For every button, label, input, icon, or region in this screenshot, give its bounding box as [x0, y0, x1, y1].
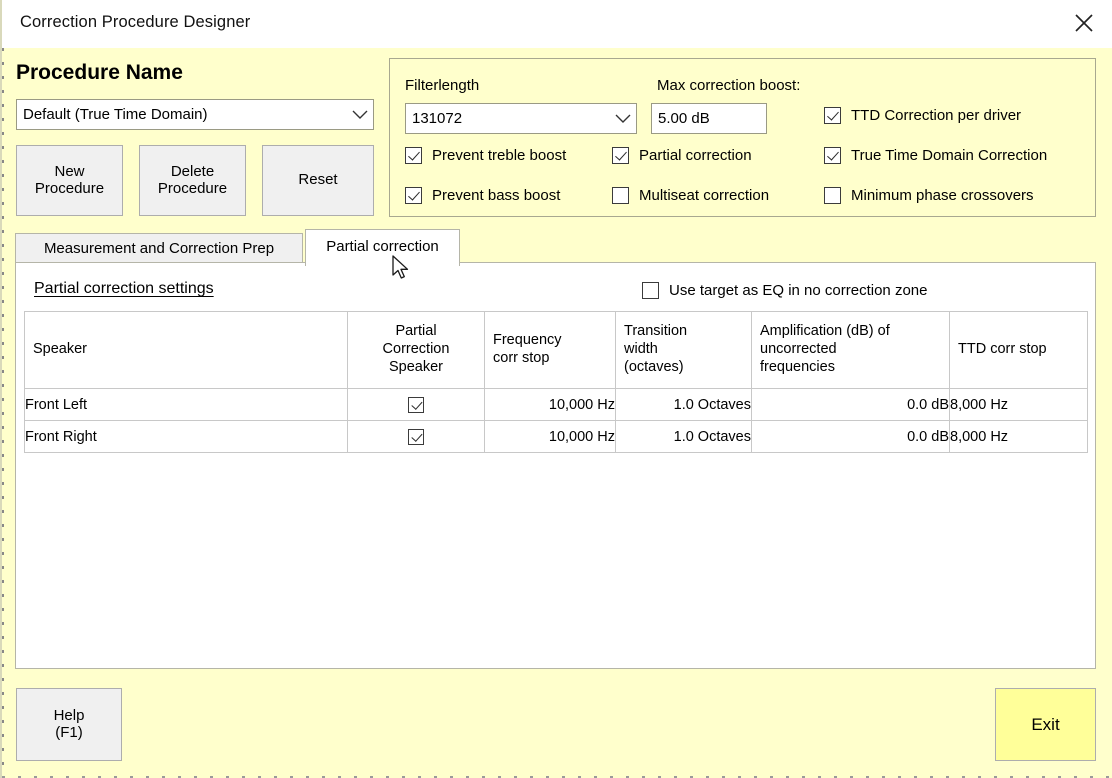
prevent-treble-boost-checkbox[interactable]: Prevent treble boost	[405, 147, 566, 164]
procedure-name-dropdown[interactable]: Default (True Time Domain)	[16, 99, 374, 130]
window-left-edge	[2, 48, 4, 778]
cell-partial-correction-speaker[interactable]	[347, 420, 485, 453]
column-header-frequency-corr-stop[interactable]: Frequency corr stop	[484, 311, 616, 389]
correction-settings-group: Filterlength 131072 Max correction boost…	[389, 58, 1096, 217]
use-target-as-eq-checkbox[interactable]: Use target as EQ in no correction zone	[642, 282, 927, 299]
title-bar: Correction Procedure Designer	[2, 0, 1112, 48]
partial-correction-table: Speaker Partial Correction Speaker Frequ…	[24, 311, 1088, 453]
checkbox-icon	[612, 147, 629, 164]
column-header-amplification[interactable]: Amplification (dB) of uncorrected freque…	[751, 311, 950, 389]
checkbox-icon[interactable]	[408, 396, 424, 413]
multiseat-correction-label: Multiseat correction	[639, 187, 770, 204]
checkbox-icon	[642, 282, 659, 299]
max-correction-boost-input[interactable]	[651, 103, 767, 134]
column-header-transition-width[interactable]: Transition width (octaves)	[615, 311, 752, 389]
column-header-speaker[interactable]: Speaker	[24, 311, 348, 389]
new-procedure-button[interactable]: New Procedure	[16, 145, 123, 216]
cell-ttd-corr-stop[interactable]: 8,000 Hz	[949, 420, 1088, 453]
reset-button[interactable]: Reset	[262, 145, 374, 216]
partial-correction-label: Partial correction	[639, 147, 752, 164]
checkbox-icon[interactable]	[408, 428, 424, 445]
multiseat-correction-checkbox[interactable]: Multiseat correction	[612, 187, 769, 204]
chevron-down-icon	[347, 110, 373, 120]
cell-partial-correction-speaker[interactable]	[347, 388, 485, 421]
cell-transition-width[interactable]: 1.0 Octaves	[615, 420, 752, 453]
prevent-treble-boost-label: Prevent treble boost	[432, 147, 567, 164]
prevent-bass-boost-label: Prevent bass boost	[432, 187, 561, 204]
checkbox-icon	[824, 107, 841, 124]
cell-speaker[interactable]: Front Right	[24, 420, 348, 453]
partial-correction-settings-heading: Partial correction settings	[34, 280, 214, 297]
chevron-down-icon	[610, 114, 636, 124]
true-time-domain-correction-checkbox[interactable]: True Time Domain Correction	[824, 147, 1047, 164]
delete-procedure-button[interactable]: Delete Procedure	[139, 145, 246, 216]
checkbox-icon	[405, 147, 422, 164]
filterlength-value: 131072	[412, 110, 463, 127]
cell-frequency-corr-stop[interactable]: 10,000 Hz	[484, 420, 616, 453]
tab-partial-correction[interactable]: Partial correction	[305, 229, 460, 266]
column-header-ttd-corr-stop[interactable]: TTD corr stop	[949, 311, 1088, 389]
true-time-domain-correction-label: True Time Domain Correction	[851, 147, 1048, 164]
checkbox-icon	[405, 187, 422, 204]
cell-ttd-corr-stop[interactable]: 8,000 Hz	[949, 388, 1088, 421]
ttd-correction-per-driver-label: TTD Correction per driver	[851, 107, 1022, 124]
filterlength-label: Filterlength	[405, 77, 480, 94]
use-target-as-eq-label: Use target as EQ in no correction zone	[669, 282, 928, 299]
help-button[interactable]: Help (F1)	[16, 688, 122, 761]
minimum-phase-crossovers-label: Minimum phase crossovers	[851, 187, 1034, 204]
minimum-phase-crossovers-checkbox[interactable]: Minimum phase crossovers	[824, 187, 1034, 204]
column-header-partial-correction-speaker[interactable]: Partial Correction Speaker	[347, 311, 485, 389]
cell-transition-width[interactable]: 1.0 Octaves	[615, 388, 752, 421]
cell-amplification[interactable]: 0.0 dB	[751, 388, 950, 421]
tab-measurement-and-correction-prep[interactable]: Measurement and Correction Prep	[15, 233, 303, 263]
prevent-bass-boost-checkbox[interactable]: Prevent bass boost	[405, 187, 560, 204]
checkbox-icon	[824, 147, 841, 164]
correction-procedure-designer-window: Correction Procedure Designer Procedure …	[0, 0, 1112, 778]
max-correction-boost-label: Max correction boost:	[657, 77, 801, 94]
close-icon[interactable]	[1054, 0, 1112, 46]
partial-correction-panel: Partial correction settings Use target a…	[15, 262, 1096, 669]
cell-speaker[interactable]: Front Left	[24, 388, 348, 421]
filterlength-dropdown[interactable]: 131072	[405, 103, 637, 134]
checkbox-icon	[824, 187, 841, 204]
window-title: Correction Procedure Designer	[20, 13, 251, 31]
procedure-name-value: Default (True Time Domain)	[23, 106, 208, 123]
table-row[interactable]: Front Right 10,000 Hz 1.0 Octaves 0.0 dB…	[24, 420, 1088, 453]
tab-strip: Measurement and Correction Prep Partial …	[15, 229, 1096, 266]
cell-frequency-corr-stop[interactable]: 10,000 Hz	[484, 388, 616, 421]
table-header-row: Speaker Partial Correction Speaker Frequ…	[24, 311, 1088, 389]
cell-amplification[interactable]: 0.0 dB	[751, 420, 950, 453]
checkbox-icon	[612, 187, 629, 204]
table-row[interactable]: Front Left 10,000 Hz 1.0 Octaves 0.0 dB …	[24, 388, 1088, 421]
exit-button[interactable]: Exit	[995, 688, 1096, 761]
procedure-name-heading: Procedure Name	[16, 61, 183, 84]
ttd-correction-per-driver-checkbox[interactable]: TTD Correction per driver	[824, 107, 1021, 124]
partial-correction-checkbox[interactable]: Partial correction	[612, 147, 752, 164]
